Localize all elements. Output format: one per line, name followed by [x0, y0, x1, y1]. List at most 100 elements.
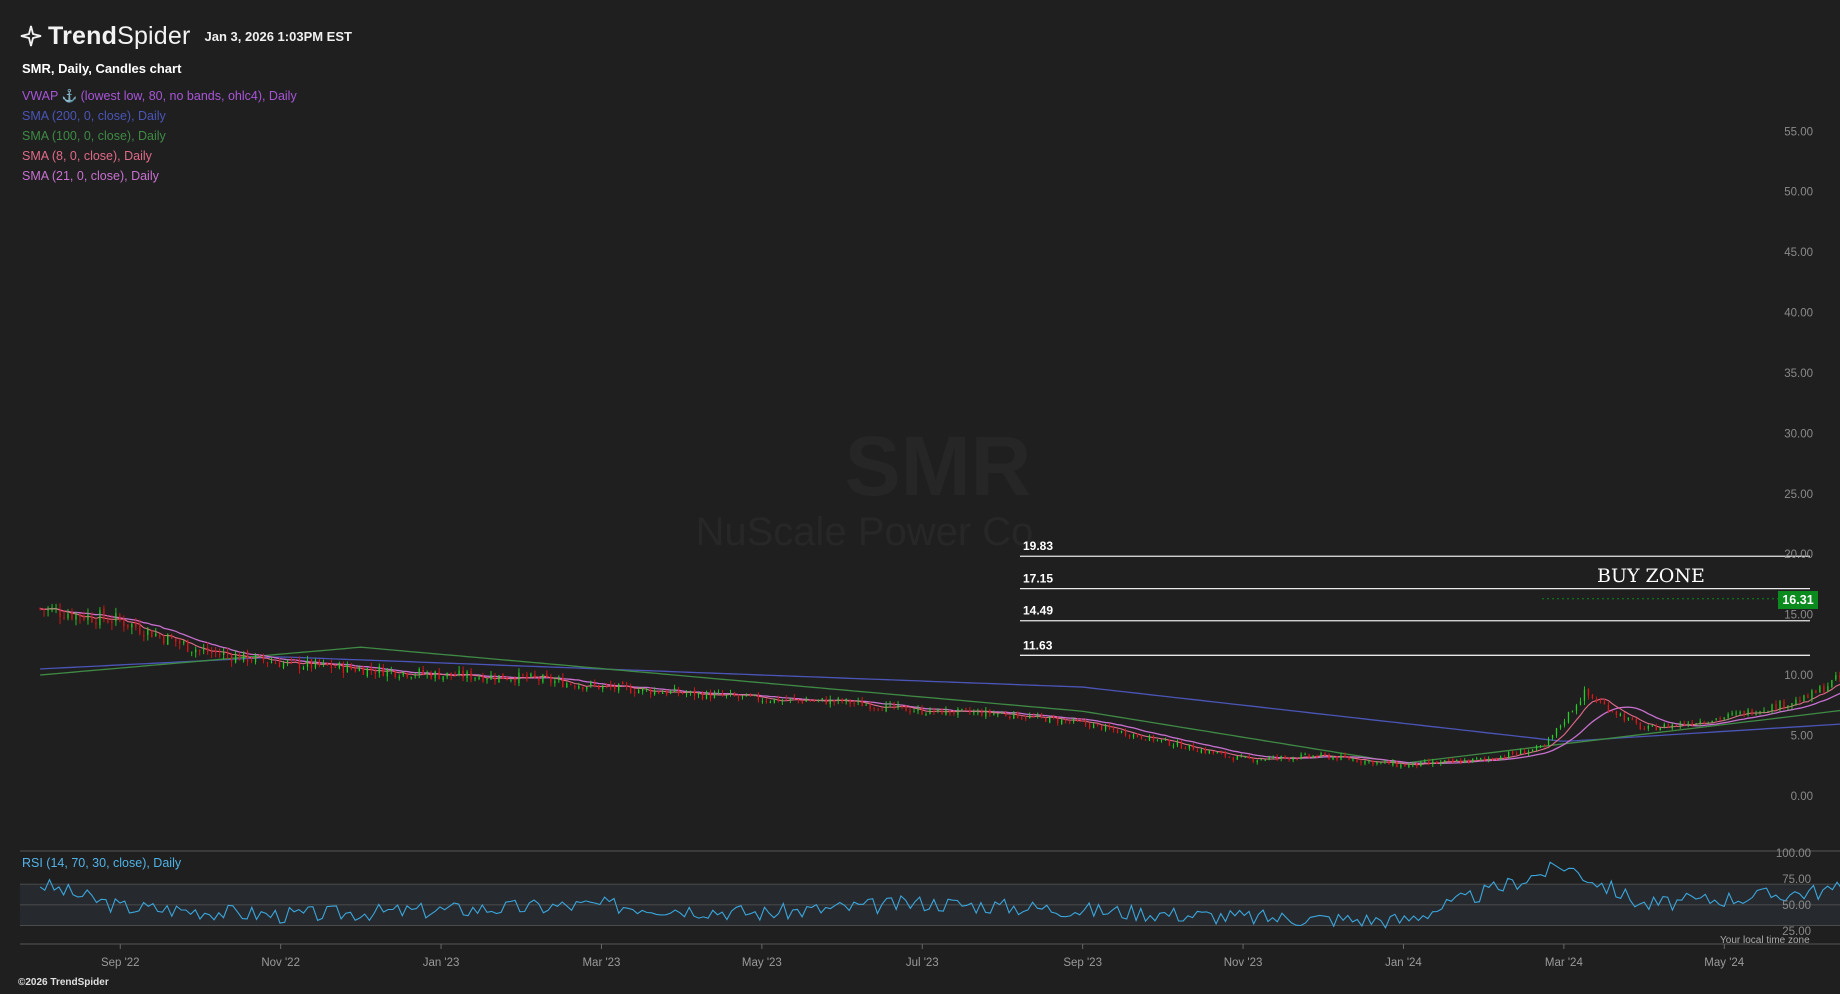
candle-body	[322, 662, 325, 665]
candle-body	[1005, 713, 1007, 716]
candle-body	[1735, 712, 1737, 714]
horizontal-level-label: 17.15	[1023, 572, 1053, 586]
candle-body	[1819, 686, 1821, 693]
candle-body	[1575, 705, 1578, 711]
candle-body	[1559, 725, 1562, 728]
candle-body	[147, 628, 149, 635]
candle-body	[1096, 723, 1099, 725]
candle-body	[701, 693, 704, 700]
candle-body	[167, 634, 169, 645]
candle-body	[1128, 735, 1131, 737]
candle-body	[913, 711, 915, 713]
candle-body	[1108, 725, 1111, 729]
candle-body	[1268, 757, 1270, 760]
candle-body	[1551, 735, 1554, 739]
candle-body	[434, 671, 436, 678]
candle-body	[1567, 712, 1570, 723]
candle-body	[1256, 760, 1258, 763]
candle-body	[574, 685, 576, 688]
candle-body	[1376, 761, 1378, 764]
candle-body	[1132, 734, 1135, 738]
candle-body	[653, 690, 656, 695]
candle-body	[1029, 715, 1031, 718]
price-tick-label: 40.00	[1784, 308, 1813, 320]
candle-body	[1456, 759, 1458, 762]
candle-body	[1252, 759, 1254, 762]
candle-body	[1583, 689, 1586, 701]
candle-body	[745, 693, 748, 697]
candle-body	[1488, 758, 1490, 760]
candle-body	[965, 708, 967, 710]
candle-body	[159, 635, 161, 637]
candle-body	[1675, 725, 1677, 727]
candle-body	[1416, 763, 1418, 767]
candle-body	[386, 669, 388, 677]
candle-body	[1408, 764, 1410, 768]
rsi-legend[interactable]: RSI (14, 70, 30, close), Daily	[22, 856, 181, 870]
candle-body	[1831, 680, 1833, 687]
candle-body	[1308, 754, 1310, 758]
candle-body	[753, 694, 756, 696]
candle-body	[1244, 756, 1246, 758]
candle-body	[1388, 761, 1390, 765]
candle-body	[1555, 728, 1558, 736]
candle-body	[713, 693, 716, 698]
candle-body	[1703, 722, 1705, 724]
candle-body	[1503, 756, 1506, 758]
candle-body	[1360, 761, 1362, 763]
candle-body	[522, 674, 524, 676]
candle-body	[1643, 728, 1645, 730]
candle-body	[1448, 759, 1450, 761]
candle-body	[554, 680, 556, 684]
candle-body	[1659, 728, 1661, 731]
candle-body	[1188, 744, 1191, 749]
candle-body	[143, 635, 145, 637]
candle-body	[258, 654, 261, 656]
candle-body	[1248, 756, 1250, 759]
candle-body	[502, 673, 504, 680]
candle-body	[107, 620, 109, 623]
candle-body	[498, 675, 500, 683]
candle-body	[1827, 686, 1829, 692]
candle-body	[1683, 722, 1685, 725]
candle-body	[1352, 759, 1354, 761]
price-tick-label: 30.00	[1784, 428, 1813, 440]
candle-body	[426, 672, 428, 675]
candle-body	[163, 636, 165, 644]
candle-body	[1292, 758, 1294, 760]
candle-body	[390, 670, 392, 672]
candle-body	[1607, 704, 1610, 712]
candle-body	[941, 708, 943, 715]
candle-body	[841, 698, 843, 702]
candle-body	[905, 705, 907, 712]
candle-body	[1795, 699, 1797, 705]
candle-body	[741, 695, 744, 697]
candle-body	[1224, 751, 1226, 757]
price-tick-label: 10.00	[1784, 670, 1813, 682]
candle-body	[1312, 755, 1314, 758]
candle-body	[1727, 714, 1729, 718]
candle-body	[446, 672, 448, 677]
candle-body	[1057, 718, 1059, 723]
candle-body	[1823, 685, 1825, 693]
candle-body	[1084, 720, 1087, 725]
candle-body	[414, 675, 416, 677]
price-chart[interactable]: SMR NuScale Power Co. 19.83 17.15 14.49 11.…	[0, 0, 1840, 994]
candle-body	[382, 667, 384, 677]
candle-body	[442, 676, 444, 680]
candle-body	[1787, 705, 1789, 708]
candle-body	[1515, 753, 1518, 755]
candle-body	[1815, 690, 1817, 694]
time-tick-label: Sep '22	[101, 957, 140, 969]
time-tick-label: Mar '23	[582, 957, 620, 969]
candle-body	[1045, 717, 1047, 722]
candle-body	[833, 700, 835, 702]
candle-body	[346, 664, 349, 673]
candle-body	[482, 675, 484, 682]
candle-body	[330, 663, 333, 669]
candle-body	[1392, 761, 1394, 766]
candle-body	[901, 705, 903, 707]
candle-body	[402, 671, 404, 676]
candle-body	[310, 659, 313, 668]
candle-body	[1140, 736, 1143, 739]
